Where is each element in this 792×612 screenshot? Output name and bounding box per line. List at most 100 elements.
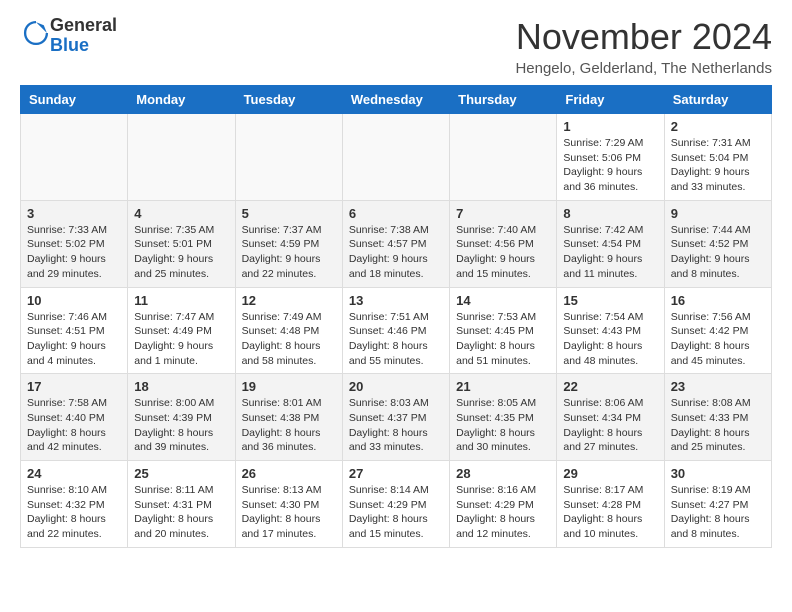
calendar-cell: 12 Sunrise: 7:49 AM Sunset: 4:48 PM Dayli… bbox=[235, 287, 342, 374]
day-number: 16 bbox=[671, 293, 765, 308]
day-info: Sunrise: 7:51 AM Sunset: 4:46 PM Dayligh… bbox=[349, 310, 443, 369]
day-info: Sunrise: 8:13 AM Sunset: 4:30 PM Dayligh… bbox=[242, 483, 336, 542]
day-info: Sunrise: 7:53 AM Sunset: 4:45 PM Dayligh… bbox=[456, 310, 550, 369]
calendar-table: SundayMondayTuesdayWednesdayThursdayFrid… bbox=[20, 85, 772, 548]
calendar-cell: 4Sunrise: 7:35 AM Sunset: 5:01 PM Daylig… bbox=[128, 200, 235, 287]
day-number: 15 bbox=[563, 293, 657, 308]
calendar-cell: 17 Sunrise: 7:58 AM Sunset: 4:40 PM Dayli… bbox=[21, 374, 128, 461]
day-header-friday: Friday bbox=[557, 86, 664, 114]
calendar-cell: 29 Sunrise: 8:17 AM Sunset: 4:28 PM Dayli… bbox=[557, 461, 664, 548]
day-info: Sunrise: 7:58 AM Sunset: 4:40 PM Dayligh… bbox=[27, 396, 121, 455]
calendar-cell: 7Sunrise: 7:40 AM Sunset: 4:56 PM Daylig… bbox=[450, 200, 557, 287]
day-number: 12 bbox=[242, 293, 336, 308]
calendar-cell: 22 Sunrise: 8:06 AM Sunset: 4:34 PM Dayli… bbox=[557, 374, 664, 461]
day-info: Sunrise: 7:44 AM Sunset: 4:52 PM Dayligh… bbox=[671, 223, 765, 282]
day-info: Sunrise: 7:42 AM Sunset: 4:54 PM Dayligh… bbox=[563, 223, 657, 282]
calendar-cell: 23 Sunrise: 8:08 AM Sunset: 4:33 PM Dayli… bbox=[664, 374, 771, 461]
day-number: 9 bbox=[671, 206, 765, 221]
day-number: 10 bbox=[27, 293, 121, 308]
location: Hengelo, Gelderland, The Netherlands bbox=[515, 60, 772, 77]
calendar-cell: 27Sunrise: 8:14 AM Sunset: 4:29 PM Dayli… bbox=[342, 461, 449, 548]
calendar-cell: 21 Sunrise: 8:05 AM Sunset: 4:35 PM Dayli… bbox=[450, 374, 557, 461]
day-number: 29 bbox=[563, 466, 657, 481]
day-info: Sunrise: 8:03 AM Sunset: 4:37 PM Dayligh… bbox=[349, 396, 443, 455]
day-info: Sunrise: 8:14 AM Sunset: 4:29 PM Dayligh… bbox=[349, 483, 443, 542]
day-info: Sunrise: 8:11 AM Sunset: 4:31 PM Dayligh… bbox=[134, 483, 228, 542]
logo: GeneralBlue bbox=[20, 16, 117, 56]
day-info: Sunrise: 8:19 AM Sunset: 4:27 PM Dayligh… bbox=[671, 483, 765, 542]
day-info: Sunrise: 7:38 AM Sunset: 4:57 PM Dayligh… bbox=[349, 223, 443, 282]
day-number: 17 bbox=[27, 379, 121, 394]
day-info: Sunrise: 8:05 AM Sunset: 4:35 PM Dayligh… bbox=[456, 396, 550, 455]
calendar-cell: 3 Sunrise: 7:33 AM Sunset: 5:02 PM Daylig… bbox=[21, 200, 128, 287]
calendar-cell: 24 Sunrise: 8:10 AM Sunset: 4:32 PM Dayli… bbox=[21, 461, 128, 548]
calendar-cell: 2Sunrise: 7:31 AM Sunset: 5:04 PM Daylig… bbox=[664, 114, 771, 201]
day-number: 21 bbox=[456, 379, 550, 394]
day-header-sunday: Sunday bbox=[21, 86, 128, 114]
calendar-header-row: SundayMondayTuesdayWednesdayThursdayFrid… bbox=[21, 86, 772, 114]
logo-text: GeneralBlue bbox=[50, 16, 117, 56]
day-info: Sunrise: 8:06 AM Sunset: 4:34 PM Dayligh… bbox=[563, 396, 657, 455]
day-info: Sunrise: 7:35 AM Sunset: 5:01 PM Dayligh… bbox=[134, 223, 228, 282]
day-number: 25 bbox=[134, 466, 228, 481]
calendar-cell: 30Sunrise: 8:19 AM Sunset: 4:27 PM Dayli… bbox=[664, 461, 771, 548]
day-number: 3 bbox=[27, 206, 121, 221]
calendar-cell: 16Sunrise: 7:56 AM Sunset: 4:42 PM Dayli… bbox=[664, 287, 771, 374]
calendar-cell: 5 Sunrise: 7:37 AM Sunset: 4:59 PM Daylig… bbox=[235, 200, 342, 287]
day-number: 1 bbox=[563, 119, 657, 134]
day-header-tuesday: Tuesday bbox=[235, 86, 342, 114]
day-info: Sunrise: 7:37 AM Sunset: 4:59 PM Dayligh… bbox=[242, 223, 336, 282]
day-number: 19 bbox=[242, 379, 336, 394]
calendar-cell bbox=[128, 114, 235, 201]
day-info: Sunrise: 7:49 AM Sunset: 4:48 PM Dayligh… bbox=[242, 310, 336, 369]
calendar-cell: 19 Sunrise: 8:01 AM Sunset: 4:38 PM Dayli… bbox=[235, 374, 342, 461]
day-info: Sunrise: 8:01 AM Sunset: 4:38 PM Dayligh… bbox=[242, 396, 336, 455]
calendar-cell bbox=[21, 114, 128, 201]
calendar-cell: 18 Sunrise: 8:00 AM Sunset: 4:39 PM Dayli… bbox=[128, 374, 235, 461]
calendar-cell: 14 Sunrise: 7:53 AM Sunset: 4:45 PM Dayli… bbox=[450, 287, 557, 374]
day-info: Sunrise: 8:00 AM Sunset: 4:39 PM Dayligh… bbox=[134, 396, 228, 455]
calendar-week-1: 1 Sunrise: 7:29 AM Sunset: 5:06 PM Daylig… bbox=[21, 114, 772, 201]
calendar-cell: 26 Sunrise: 8:13 AM Sunset: 4:30 PM Dayli… bbox=[235, 461, 342, 548]
day-info: Sunrise: 7:33 AM Sunset: 5:02 PM Dayligh… bbox=[27, 223, 121, 282]
day-number: 14 bbox=[456, 293, 550, 308]
day-number: 5 bbox=[242, 206, 336, 221]
day-info: Sunrise: 7:46 AM Sunset: 4:51 PM Dayligh… bbox=[27, 310, 121, 369]
day-header-thursday: Thursday bbox=[450, 86, 557, 114]
calendar-week-2: 3 Sunrise: 7:33 AM Sunset: 5:02 PM Daylig… bbox=[21, 200, 772, 287]
day-info: Sunrise: 7:47 AM Sunset: 4:49 PM Dayligh… bbox=[134, 310, 228, 369]
calendar-cell: 13 Sunrise: 7:51 AM Sunset: 4:46 PM Dayli… bbox=[342, 287, 449, 374]
day-info: Sunrise: 8:16 AM Sunset: 4:29 PM Dayligh… bbox=[456, 483, 550, 542]
day-number: 24 bbox=[27, 466, 121, 481]
day-number: 13 bbox=[349, 293, 443, 308]
page-header: GeneralBlue November 2024 Hengelo, Gelde… bbox=[0, 0, 792, 85]
calendar-cell: 10 Sunrise: 7:46 AM Sunset: 4:51 PM Dayli… bbox=[21, 287, 128, 374]
calendar-cell bbox=[342, 114, 449, 201]
day-number: 20 bbox=[349, 379, 443, 394]
day-number: 23 bbox=[671, 379, 765, 394]
day-number: 18 bbox=[134, 379, 228, 394]
day-number: 26 bbox=[242, 466, 336, 481]
day-header-saturday: Saturday bbox=[664, 86, 771, 114]
calendar-week-5: 24 Sunrise: 8:10 AM Sunset: 4:32 PM Dayli… bbox=[21, 461, 772, 548]
calendar-cell: 28Sunrise: 8:16 AM Sunset: 4:29 PM Dayli… bbox=[450, 461, 557, 548]
day-number: 8 bbox=[563, 206, 657, 221]
day-number: 6 bbox=[349, 206, 443, 221]
day-info: Sunrise: 8:17 AM Sunset: 4:28 PM Dayligh… bbox=[563, 483, 657, 542]
day-info: Sunrise: 7:31 AM Sunset: 5:04 PM Dayligh… bbox=[671, 136, 765, 195]
day-info: Sunrise: 8:08 AM Sunset: 4:33 PM Dayligh… bbox=[671, 396, 765, 455]
day-header-monday: Monday bbox=[128, 86, 235, 114]
day-info: Sunrise: 7:29 AM Sunset: 5:06 PM Dayligh… bbox=[563, 136, 657, 195]
day-info: Sunrise: 8:10 AM Sunset: 4:32 PM Dayligh… bbox=[27, 483, 121, 542]
day-info: Sunrise: 7:40 AM Sunset: 4:56 PM Dayligh… bbox=[456, 223, 550, 282]
calendar-cell: 15 Sunrise: 7:54 AM Sunset: 4:43 PM Dayli… bbox=[557, 287, 664, 374]
calendar-cell: 6 Sunrise: 7:38 AM Sunset: 4:57 PM Daylig… bbox=[342, 200, 449, 287]
calendar-cell: 8 Sunrise: 7:42 AM Sunset: 4:54 PM Daylig… bbox=[557, 200, 664, 287]
calendar-cell: 11Sunrise: 7:47 AM Sunset: 4:49 PM Dayli… bbox=[128, 287, 235, 374]
day-number: 22 bbox=[563, 379, 657, 394]
calendar-body: 1 Sunrise: 7:29 AM Sunset: 5:06 PM Daylig… bbox=[21, 114, 772, 548]
calendar-cell: 1 Sunrise: 7:29 AM Sunset: 5:06 PM Daylig… bbox=[557, 114, 664, 201]
day-info: Sunrise: 7:54 AM Sunset: 4:43 PM Dayligh… bbox=[563, 310, 657, 369]
day-header-wednesday: Wednesday bbox=[342, 86, 449, 114]
calendar-cell bbox=[235, 114, 342, 201]
